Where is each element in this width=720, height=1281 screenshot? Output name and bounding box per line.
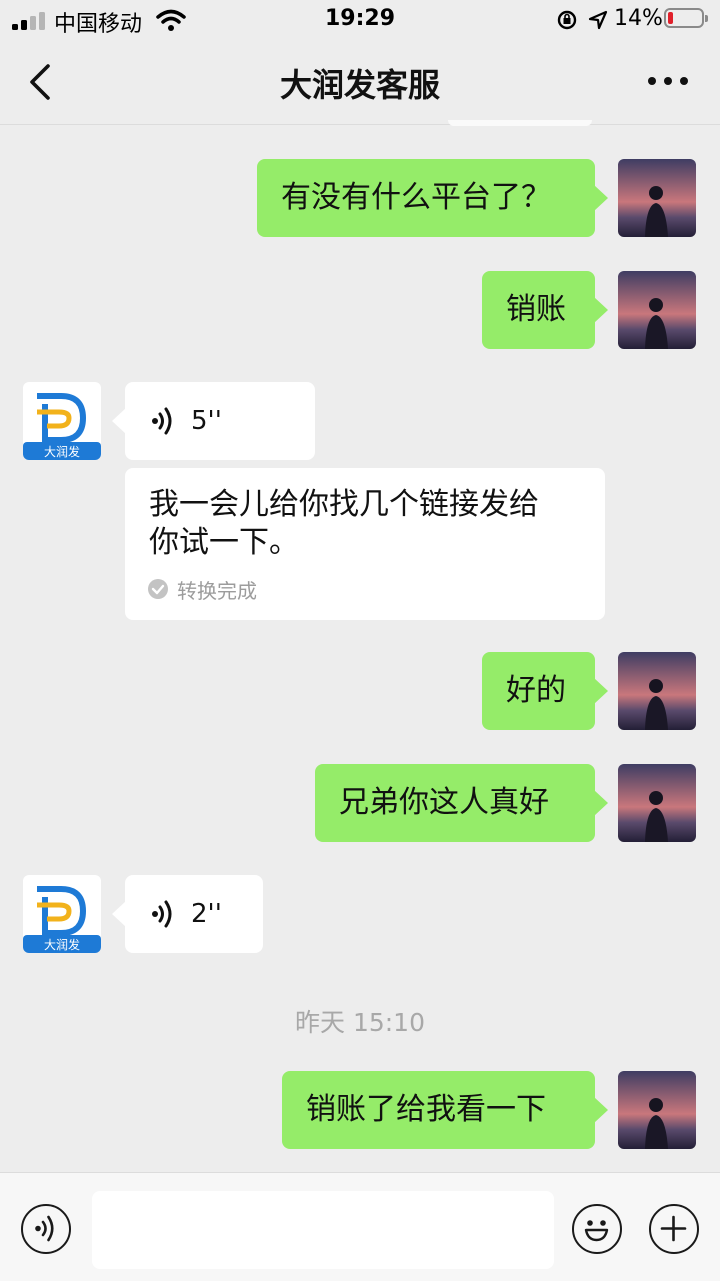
more-functions-button[interactable] — [649, 1204, 699, 1254]
my-avatar[interactable] — [618, 652, 696, 730]
message-text: 销账了给我看一下 — [306, 1092, 546, 1127]
voice-wave-icon — [152, 407, 172, 435]
message-text: 好的 — [506, 673, 566, 708]
my-avatar[interactable] — [618, 271, 696, 349]
voice-wave-icon — [152, 900, 172, 928]
plus-icon — [660, 1215, 687, 1242]
emoji-button[interactable] — [572, 1204, 622, 1254]
transcript-status: 转换完成 — [177, 579, 257, 603]
voice-duration: 2'' — [191, 899, 222, 929]
chat-header: 大润发客服 — [0, 40, 720, 126]
battery-icon — [664, 8, 708, 28]
voice-input-button[interactable] — [21, 1204, 71, 1254]
voice-message-bubble[interactable]: 2'' — [112, 875, 263, 953]
voice-message-bubble[interactable]: 5'' — [112, 382, 315, 460]
message-bubble-sent[interactable]: 有没有什么平台了？ — [257, 159, 608, 237]
service-logo-text: 大润发 — [44, 937, 80, 952]
transcript-line-2: 你试一下。 — [149, 525, 299, 560]
transcript-line-1: 我一会儿给你找几个链接发给 — [149, 487, 539, 522]
service-logo-text: 大润发 — [44, 444, 80, 459]
message-bubble-sent[interactable]: 兄弟你这人真好 — [315, 764, 608, 842]
location-arrow-icon — [588, 10, 608, 30]
message-bubble-sent[interactable]: 销账了给我看一下 — [282, 1071, 608, 1149]
service-avatar[interactable]: 大润发 — [23, 382, 101, 460]
battery-percentage: 14% — [614, 6, 663, 31]
chat-timestamp: 昨天 15:10 — [295, 1008, 425, 1037]
voice-input-icon — [35, 1215, 54, 1242]
my-avatar[interactable] — [618, 159, 696, 237]
clock: 19:29 — [324, 6, 396, 31]
message-input[interactable] — [92, 1191, 554, 1269]
more-dots-icon[interactable] — [646, 66, 690, 96]
previous-message-edge — [448, 120, 592, 126]
message-text: 有没有什么平台了？ — [281, 180, 551, 215]
message-bubble-sent[interactable]: 销账 — [482, 271, 608, 349]
message-text: 兄弟你这人真好 — [339, 785, 549, 820]
voice-transcript-bubble[interactable]: 我一会儿给你找几个链接发给 你试一下。 转换完成 — [125, 468, 605, 620]
message-text: 销账 — [506, 292, 566, 327]
rotation-lock-icon — [557, 10, 577, 30]
message-input-bar — [0, 1172, 720, 1281]
service-avatar[interactable]: 大润发 — [23, 875, 101, 953]
my-avatar[interactable] — [618, 1071, 696, 1149]
check-circle-icon — [148, 579, 168, 599]
my-avatar[interactable] — [618, 764, 696, 842]
chat-title: 大润发客服 — [279, 66, 440, 104]
message-bubble-sent[interactable]: 好的 — [482, 652, 608, 730]
emoji-icon — [584, 1220, 609, 1242]
voice-duration: 5'' — [191, 406, 222, 436]
status-bar: 中国移动 19:29 14% — [0, 0, 720, 40]
